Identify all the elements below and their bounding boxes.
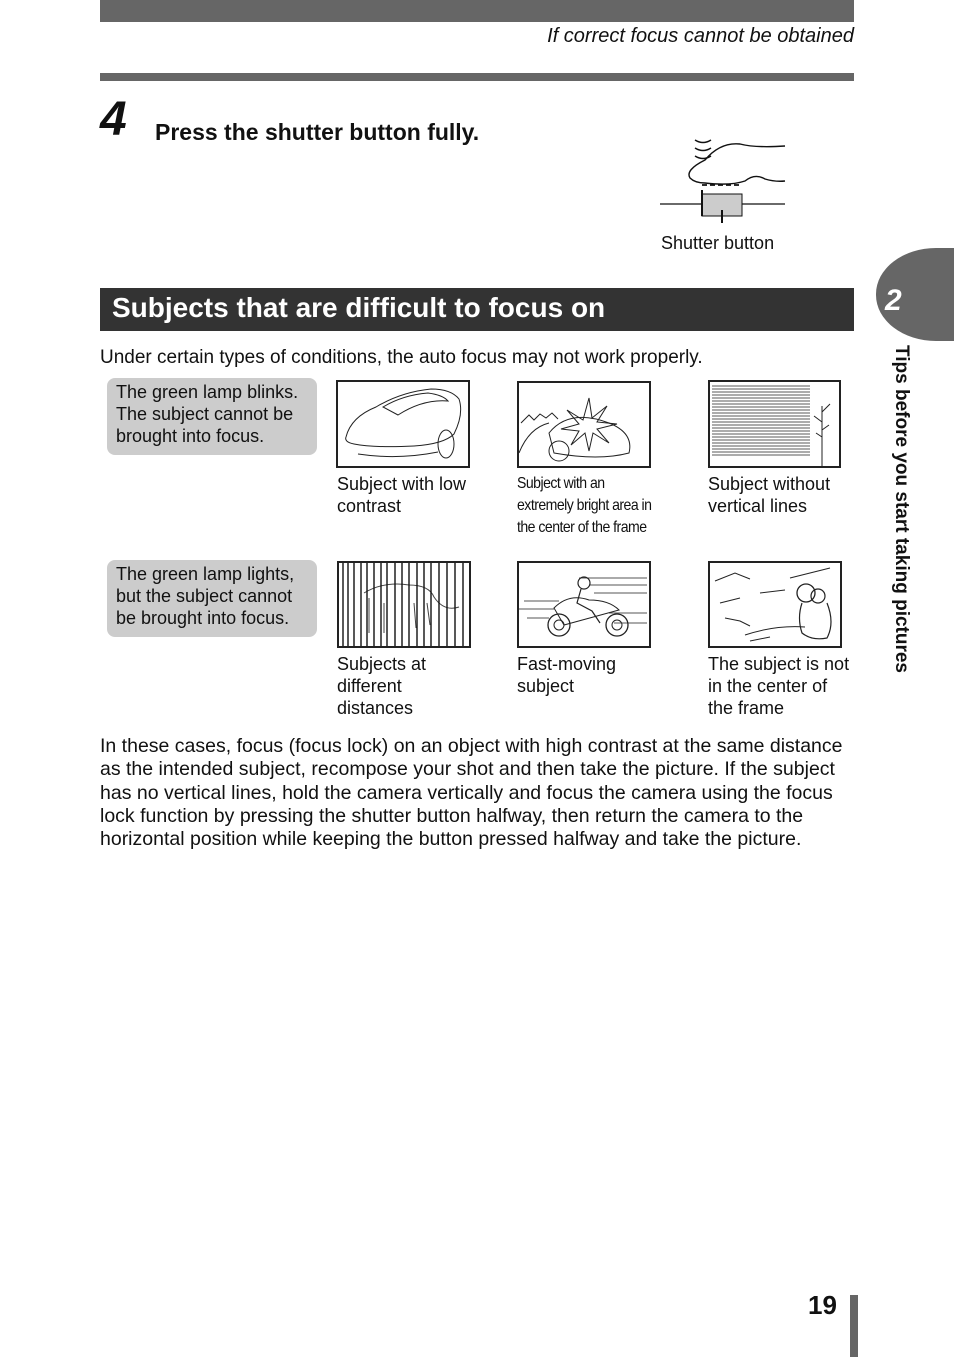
caption-no-vertical-lines: Subject without vertical lines [708, 474, 831, 516]
step-number: 4 [100, 93, 127, 146]
caption-low-contrast: Subject with low contrast [337, 474, 467, 516]
section-intro: Under certain types of conditions, the a… [100, 347, 703, 368]
section-title: Subjects that are difficult to focus on [112, 292, 606, 323]
running-head: If correct focus cannot be obtained [547, 25, 854, 47]
bright-center-illustration-icon [517, 381, 651, 468]
page-number-bar [850, 1295, 858, 1357]
page-number: 19 [808, 1290, 837, 1320]
top-header-bar [100, 0, 854, 22]
chapter-number: 2 [885, 284, 902, 317]
caption-bright-area: Subject with an extremely bright area in… [517, 475, 652, 536]
shutter-button-caption: Shutter button [661, 233, 775, 253]
horizontal-blinds-illustration-icon [708, 380, 841, 468]
off-center-person-illustration-icon [708, 561, 842, 648]
finger-pressing-button-icon [660, 139, 786, 233]
caption-not-centered: The subject is not in the center of the … [708, 654, 850, 718]
step-instruction: Press the shutter button fully. [155, 119, 480, 145]
shutter-button-figure [655, 128, 795, 233]
note-lamp-lights: The green lamp lights, but the subject c… [107, 560, 317, 637]
car-illustration-icon [336, 380, 470, 468]
caption-different-distances: Subjects at different distances [337, 654, 427, 718]
motorcycle-illustration-icon [517, 561, 651, 648]
header-rule [100, 73, 854, 81]
chapter-label: Tips before you start taking pictures [891, 345, 912, 674]
note-lamp-blinks: The green lamp blinks. The subject canno… [107, 378, 317, 455]
caption-fast-moving: Fast-moving subject [517, 654, 617, 696]
tiger-behind-bars-illustration-icon [337, 561, 471, 648]
body-paragraph: In these cases, focus (focus lock) on an… [100, 735, 843, 851]
